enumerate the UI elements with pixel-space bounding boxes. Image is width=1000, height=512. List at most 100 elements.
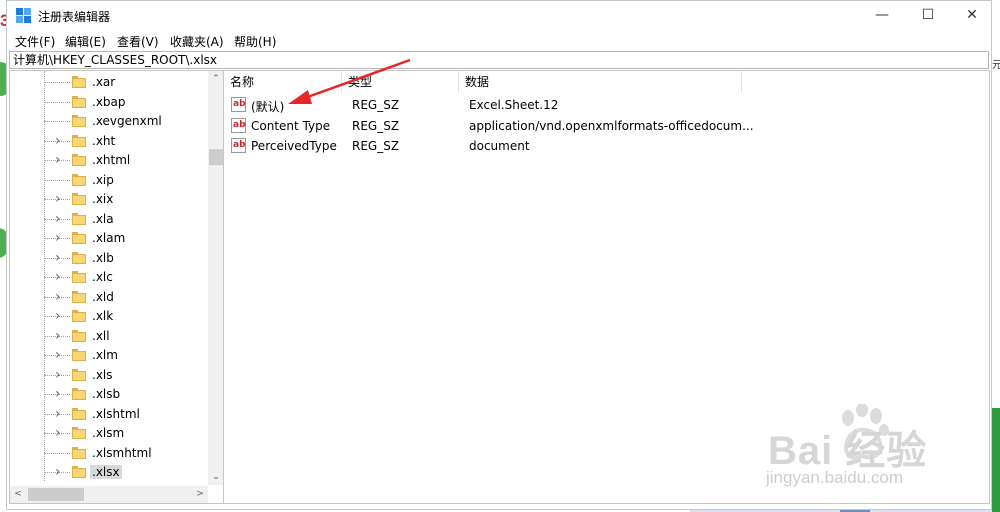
tree-item[interactable]: › .xlk	[10, 307, 206, 326]
folder-icon	[72, 232, 86, 244]
background-text-fragment: 元	[992, 60, 1000, 71]
address-bar[interactable]: 计算机\HKEY_CLASSES_ROOT\.xlsx	[9, 51, 989, 69]
tree-item-label: .xlsm	[92, 426, 125, 440]
expand-chevron-icon[interactable]: ›	[55, 465, 65, 479]
expand-chevron-icon[interactable]: ›	[55, 192, 65, 206]
tree-item[interactable]: › .xls	[10, 366, 206, 385]
expand-chevron-icon[interactable]: ›	[55, 231, 65, 245]
tree-connector	[44, 179, 70, 181]
tree-item-label: .xlam	[92, 231, 126, 245]
scroll-down-arrow-icon[interactable]: ⌄	[208, 469, 223, 485]
scroll-up-arrow-icon[interactable]: ⌃	[208, 71, 223, 87]
expand-chevron-icon[interactable]: ›	[55, 251, 65, 265]
value-data: Excel.Sheet.12	[469, 98, 559, 112]
column-header-data[interactable]: 数据	[459, 71, 742, 93]
tree-item[interactable]: › .xll	[10, 327, 206, 346]
background-green-panel	[992, 408, 1000, 512]
folder-icon	[72, 329, 86, 342]
expand-chevron-icon[interactable]: ›	[55, 368, 65, 382]
tree-item[interactable]: › .xlc	[10, 268, 206, 287]
value-row[interactable]: ab (默认) REG_SZ Excel.Sheet.12	[224, 95, 989, 115]
folder-icon	[72, 407, 86, 420]
tree-item[interactable]: › .xlsb	[10, 385, 206, 404]
tree-item-label: .xip	[92, 172, 114, 187]
tree-item[interactable]: › .xla	[10, 210, 206, 229]
folder-icon	[72, 134, 86, 147]
tree-item[interactable]: .xevgenxml	[10, 112, 206, 131]
folder-icon	[72, 76, 86, 88]
folder-icon	[72, 173, 86, 186]
tree-vertical-scrollbar[interactable]: ⌃ ⌄	[208, 71, 223, 485]
tree-item[interactable]: › .xlb	[10, 249, 206, 268]
value-data: application/vnd.openxmlformats-officedoc…	[469, 118, 754, 133]
string-value-icon: ab	[231, 138, 246, 153]
tree-item[interactable]: .xip	[10, 171, 206, 190]
expand-chevron-icon[interactable]: ›	[55, 329, 65, 343]
tree-item[interactable]: › .xht	[10, 132, 206, 151]
value-row[interactable]: ab PerceivedType REG_SZ document	[224, 136, 989, 156]
title-bar[interactable]: 注册表编辑器 — ☐ ✕	[7, 1, 991, 31]
tree-item[interactable]: › .xlsx	[10, 463, 206, 482]
tree-item-label: .xlc	[92, 270, 113, 284]
tree-item[interactable]: .xlsmhtml	[10, 444, 206, 463]
menu-favorites[interactable]: 收藏夹(A)	[170, 33, 224, 50]
tree-item[interactable]: .xar	[10, 73, 206, 92]
scroll-right-arrow-icon[interactable]: >	[192, 486, 208, 503]
string-value-icon-text: ab	[233, 140, 246, 150]
tree-item[interactable]: › .xhtml	[10, 151, 206, 170]
key-tree-pane[interactable]: .xar .xbap .xevgenxml › .xht › .xhtml .xip › .xix…	[9, 70, 224, 504]
folder-icon	[72, 310, 86, 322]
tree-item-label: .xbap	[92, 94, 126, 109]
value-row[interactable]: ab Content Type REG_SZ application/vnd.open…	[224, 116, 989, 136]
tree-item-label: .xls	[92, 367, 113, 382]
tree-item[interactable]: .xbap	[10, 93, 206, 112]
menu-file[interactable]: 文件(F)	[15, 33, 55, 50]
value-name: PerceivedType	[251, 139, 337, 153]
tree-item[interactable]: › .xld	[10, 288, 206, 307]
expand-chevron-icon[interactable]: ›	[55, 426, 65, 440]
tree-item[interactable]: › .xix	[10, 190, 206, 209]
column-header-type[interactable]: 类型	[342, 71, 459, 93]
tree-connector	[44, 452, 70, 454]
expand-chevron-icon[interactable]: ›	[55, 407, 65, 421]
tree-item-label: .xhtml	[92, 153, 131, 167]
expand-chevron-icon[interactable]: ›	[55, 290, 65, 304]
tree-item-label: .xlsx	[90, 465, 122, 479]
expand-chevron-icon[interactable]: ›	[55, 153, 65, 167]
expand-chevron-icon[interactable]: ›	[55, 212, 65, 226]
expand-chevron-icon[interactable]: ›	[55, 309, 65, 323]
string-value-icon: ab	[231, 97, 246, 112]
tree-item-label: .xevgenxml	[92, 114, 162, 128]
scroll-left-arrow-icon[interactable]: <	[10, 486, 26, 503]
tree-item-label: .xlsb	[92, 387, 121, 401]
folder-icon	[72, 368, 86, 381]
value-type: REG_SZ	[352, 118, 400, 133]
folder-icon	[72, 446, 86, 459]
maximize-button[interactable]: ☐	[905, 1, 951, 31]
tree-item[interactable]: › .xlsm	[10, 424, 206, 443]
tree-item-label: .xlshtml	[92, 406, 140, 421]
scroll-thumb[interactable]	[209, 149, 223, 165]
folder-icon	[72, 466, 86, 478]
column-header-name[interactable]: 名称	[224, 71, 342, 93]
expand-chevron-icon[interactable]: ›	[55, 387, 65, 401]
string-value-icon: ab	[231, 117, 246, 133]
menu-view[interactable]: 查看(V)	[117, 33, 159, 50]
tree-item[interactable]: › .xlm	[10, 346, 206, 365]
tree-item-label: .xlsmhtml	[92, 445, 152, 460]
expand-chevron-icon[interactable]: ›	[55, 348, 65, 362]
value-type: REG_SZ	[352, 98, 400, 112]
menu-edit[interactable]: 编辑(E)	[65, 33, 106, 50]
expand-chevron-icon[interactable]: ›	[55, 134, 65, 148]
expand-chevron-icon[interactable]: ›	[55, 270, 65, 284]
menu-help[interactable]: 帮助(H)	[234, 33, 276, 50]
tree-item[interactable]: › .xlshtml	[10, 405, 206, 424]
tree-item[interactable]: › .xlam	[10, 229, 206, 248]
minimize-button[interactable]: —	[859, 1, 905, 31]
string-value-icon-text: ab	[233, 119, 246, 130]
tree-item-label: .xld	[92, 289, 114, 304]
tree-horizontal-scrollbar[interactable]: < >	[10, 486, 208, 503]
registry-editor-icon	[16, 8, 32, 24]
close-button[interactable]: ✕	[949, 1, 995, 31]
scroll-thumb[interactable]	[28, 488, 84, 501]
